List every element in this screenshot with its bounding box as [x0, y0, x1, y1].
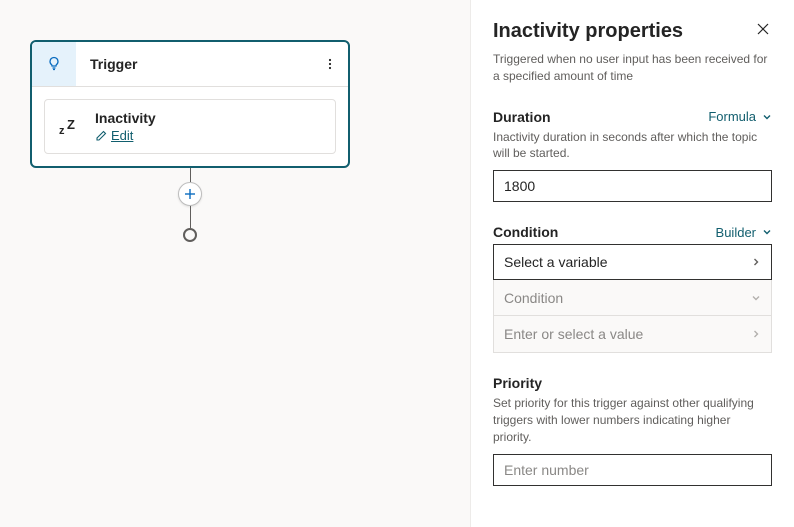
condition-section: Condition Builder Select a variable Cond… — [493, 224, 772, 353]
panel-description: Triggered when no user input has been re… — [493, 51, 772, 85]
chevron-down-icon — [762, 227, 772, 237]
canvas-area: Trigger z Z Inactivity — [0, 0, 470, 527]
condition-operator-select[interactable]: Condition — [494, 280, 771, 316]
inactivity-title: Inactivity — [95, 110, 156, 126]
condition-label: Condition — [493, 224, 558, 240]
duration-mode-toggle[interactable]: Formula — [708, 109, 772, 124]
sleep-icon: z Z — [57, 118, 83, 136]
close-button[interactable] — [754, 20, 772, 43]
connector — [30, 168, 350, 242]
pencil-icon — [95, 130, 107, 142]
trigger-node-title: Trigger — [76, 56, 312, 72]
add-node-button[interactable] — [178, 182, 202, 206]
edit-link[interactable]: Edit — [111, 128, 133, 143]
condition-mode-toggle[interactable]: Builder — [716, 225, 772, 240]
priority-label: Priority — [493, 375, 542, 391]
chevron-down-icon — [762, 112, 772, 122]
edit-link-row: Edit — [95, 128, 156, 143]
more-button[interactable] — [312, 42, 348, 86]
end-node — [183, 228, 197, 242]
trigger-node-header: Trigger — [32, 42, 348, 86]
inactivity-card[interactable]: z Z Inactivity Edit — [44, 99, 336, 154]
lightbulb-icon — [32, 42, 76, 86]
trigger-node[interactable]: Trigger z Z Inactivity — [30, 40, 350, 168]
panel-title: Inactivity properties — [493, 20, 683, 43]
duration-input[interactable] — [493, 170, 772, 202]
priority-input[interactable] — [493, 454, 772, 486]
chevron-right-icon — [751, 329, 761, 339]
trigger-node-body: z Z Inactivity Edit — [32, 86, 348, 166]
chevron-down-icon — [751, 293, 761, 303]
variable-select[interactable]: Select a variable — [493, 244, 772, 280]
condition-value-select[interactable]: Enter or select a value — [494, 316, 771, 352]
duration-help: Inactivity duration in seconds after whi… — [493, 129, 772, 163]
properties-panel: Inactivity properties Triggered when no … — [470, 0, 794, 527]
duration-label: Duration — [493, 109, 551, 125]
svg-text:Z: Z — [67, 118, 75, 132]
svg-text:z: z — [59, 125, 65, 136]
duration-section: Duration Formula Inactivity duration in … — [493, 109, 772, 203]
priority-help: Set priority for this trigger against ot… — [493, 395, 772, 445]
priority-section: Priority Set priority for this trigger a… — [493, 375, 772, 485]
chevron-right-icon — [751, 257, 761, 267]
